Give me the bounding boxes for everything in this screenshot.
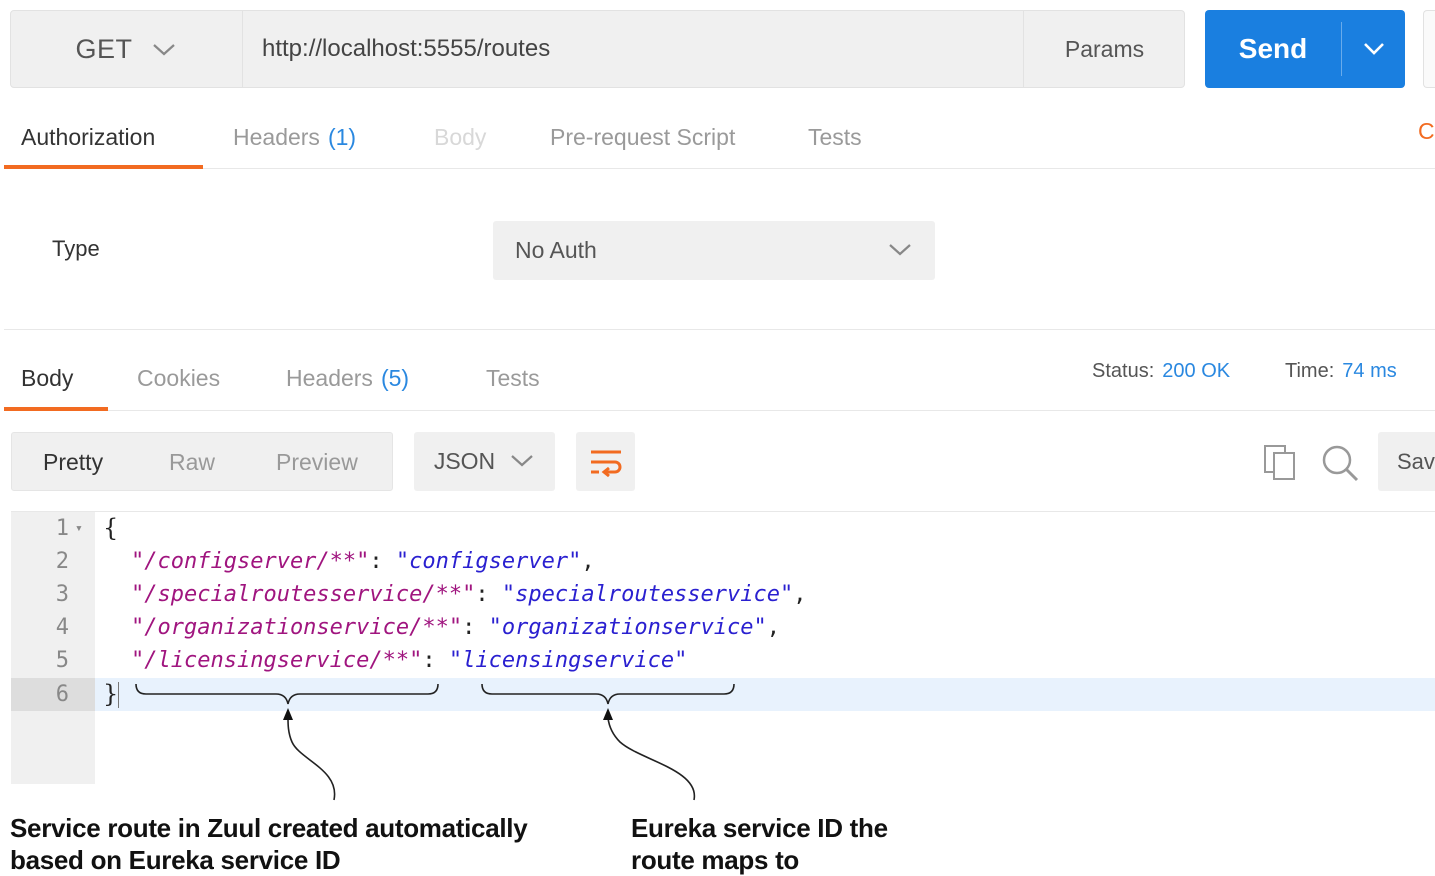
service-id-annotation: Eureka service ID the route maps to [631,812,888,876]
route-brace [135,683,439,705]
service-id-arrow-head [603,708,613,720]
route-annotation: Service route in Zuul created automatica… [10,812,528,876]
route-arrow-head [283,708,293,720]
annotation-line: based on Eureka service ID [10,845,341,875]
annotation-line: route maps to [631,845,800,875]
annotation-overlay [135,683,735,801]
route-arrow-line [287,717,336,801]
annotation-line: Eureka service ID the [631,813,888,843]
service-id-arrow-line [607,717,695,801]
annotation-line: Service route in Zuul created automatica… [10,813,528,843]
service-id-brace [481,683,735,705]
